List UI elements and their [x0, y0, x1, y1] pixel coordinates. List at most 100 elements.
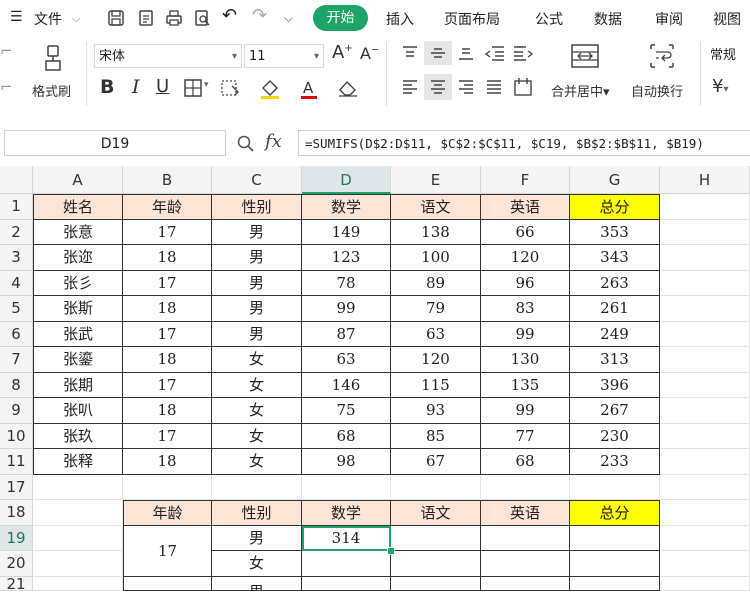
summary-cell[interactable]	[481, 525, 570, 551]
table-row-cell[interactable]: 张期	[33, 372, 123, 398]
table-row-cell[interactable]: 96	[481, 270, 570, 296]
summary-gender-cell[interactable]: 女	[212, 551, 302, 577]
summary-cell[interactable]	[302, 576, 391, 591]
table-row-cell[interactable]: 18	[123, 398, 212, 424]
empty-cell[interactable]	[33, 576, 123, 591]
table-row-cell[interactable]: 张鎏	[33, 347, 123, 373]
row-header[interactable]: 21	[0, 576, 33, 591]
more-icon[interactable]: ⌵	[284, 11, 293, 26]
summary-header-cell[interactable]: 性别	[212, 500, 302, 526]
number-format-select[interactable]: 常规	[706, 44, 750, 68]
increase-font-icon[interactable]: A+	[332, 42, 353, 63]
fill-color-icon[interactable]	[258, 78, 282, 100]
formula-input[interactable]: =SUMIFS(D$2:D$11, $C$2:$C$11, $C19, $B$2…	[298, 130, 750, 156]
row-header[interactable]: 10	[0, 423, 33, 449]
table-row-cell[interactable]: 63	[391, 321, 481, 347]
row-header[interactable]: 4	[0, 270, 33, 296]
wrap-text-icon[interactable]	[648, 42, 676, 70]
empty-cell[interactable]	[660, 423, 750, 449]
save-icon[interactable]	[106, 8, 126, 28]
summary-cell[interactable]	[302, 551, 391, 577]
empty-cell[interactable]	[33, 525, 123, 551]
summary-header-cell[interactable]: 数学	[302, 500, 391, 526]
clipboard-partial-icon[interactable]: ⌐	[0, 42, 13, 60]
table-row-cell[interactable]: 77	[481, 423, 570, 449]
table-row-cell[interactable]: 66	[481, 219, 570, 245]
table-header-cell[interactable]: 英语	[481, 194, 570, 220]
increase-indent-icon[interactable]	[512, 44, 534, 62]
table-row-cell[interactable]: 233	[570, 449, 660, 475]
summary-cell[interactable]	[570, 551, 660, 577]
table-row-cell[interactable]: 张武	[33, 321, 123, 347]
col-header-h[interactable]: H	[660, 166, 750, 194]
summary-cell[interactable]	[481, 551, 570, 577]
empty-cell[interactable]	[660, 398, 750, 424]
table-row-cell[interactable]: 张玖	[33, 423, 123, 449]
empty-cell[interactable]	[660, 525, 750, 551]
table-row-cell[interactable]: 张斯	[33, 296, 123, 322]
empty-cell[interactable]	[660, 321, 750, 347]
table-row-cell[interactable]: 68	[302, 423, 391, 449]
col-header-e[interactable]: E	[391, 166, 481, 194]
summary-cell[interactable]	[570, 576, 660, 591]
distribute-icon[interactable]	[512, 76, 534, 98]
table-row-cell[interactable]: 67	[391, 449, 481, 475]
table-row-cell[interactable]: 79	[391, 296, 481, 322]
font-size-select[interactable]: 11 ▾	[244, 44, 324, 68]
wrap-text-button[interactable]: 自动换行	[631, 81, 683, 100]
undo-icon[interactable]: ↶	[222, 5, 237, 26]
table-row-cell[interactable]: 115	[391, 372, 481, 398]
chevron-down-icon[interactable]: ▾	[204, 80, 209, 90]
font-name-select[interactable]: 宋体 ▾	[94, 44, 242, 68]
col-header-g[interactable]: G	[570, 166, 660, 194]
row-header[interactable]: 6	[0, 321, 33, 347]
empty-cell[interactable]	[660, 194, 750, 220]
summary-cell[interactable]	[123, 576, 212, 591]
summary-header-cell[interactable]: 英语	[481, 500, 570, 526]
align-bottom-icon[interactable]	[456, 44, 476, 62]
table-row-cell[interactable]: 89	[391, 270, 481, 296]
summary-cell[interactable]	[570, 525, 660, 551]
table-row-cell[interactable]: 75	[302, 398, 391, 424]
table-row-cell[interactable]: 男	[212, 270, 302, 296]
table-row-cell[interactable]: 18	[123, 449, 212, 475]
tab-view[interactable]: 视图	[713, 9, 741, 29]
table-header-cell[interactable]: 总分	[570, 194, 660, 220]
empty-cell[interactable]	[660, 270, 750, 296]
table-row-cell[interactable]: 93	[391, 398, 481, 424]
active-cell-d19[interactable]: 314	[302, 525, 391, 551]
tab-page-layout[interactable]: 页面布局	[444, 9, 500, 29]
clear-icon[interactable]	[336, 78, 360, 98]
row-header[interactable]: 8	[0, 372, 33, 398]
col-header-f[interactable]: F	[481, 166, 570, 194]
fx-icon[interactable]: fx	[265, 131, 282, 152]
currency-button[interactable]: ¥▾	[712, 76, 728, 97]
table-row-cell[interactable]: 男	[212, 296, 302, 322]
align-left-icon[interactable]	[400, 78, 420, 96]
table-row-cell[interactable]: 100	[391, 245, 481, 271]
table-header-cell[interactable]: 数学	[302, 194, 391, 220]
empty-cell[interactable]	[660, 500, 750, 526]
col-header-c[interactable]: C	[212, 166, 302, 194]
table-row-cell[interactable]: 146	[302, 372, 391, 398]
summary-cell[interactable]	[391, 551, 481, 577]
row-header[interactable]: 2	[0, 219, 33, 245]
underline-icon[interactable]: U	[156, 76, 169, 97]
row-header[interactable]: 1	[0, 194, 33, 220]
align-center-icon[interactable]	[428, 78, 448, 96]
table-row-cell[interactable]: 123	[302, 245, 391, 271]
table-row-cell[interactable]: 18	[123, 347, 212, 373]
empty-cell[interactable]	[33, 551, 123, 577]
table-row-cell[interactable]: 张叭	[33, 398, 123, 424]
table-row-cell[interactable]: 98	[302, 449, 391, 475]
table-row-cell[interactable]: 343	[570, 245, 660, 271]
format-painter-icon[interactable]	[40, 44, 66, 72]
table-row-cell[interactable]: 261	[570, 296, 660, 322]
tab-formulas[interactable]: 公式	[535, 9, 563, 29]
redo-icon[interactable]: ↷	[252, 5, 267, 26]
summary-age-cell[interactable]: 17	[123, 525, 212, 577]
table-row-cell[interactable]: 17	[123, 423, 212, 449]
empty-cell[interactable]	[123, 474, 212, 500]
select-all-corner[interactable]	[0, 166, 33, 194]
tab-insert[interactable]: 插入	[386, 9, 414, 29]
